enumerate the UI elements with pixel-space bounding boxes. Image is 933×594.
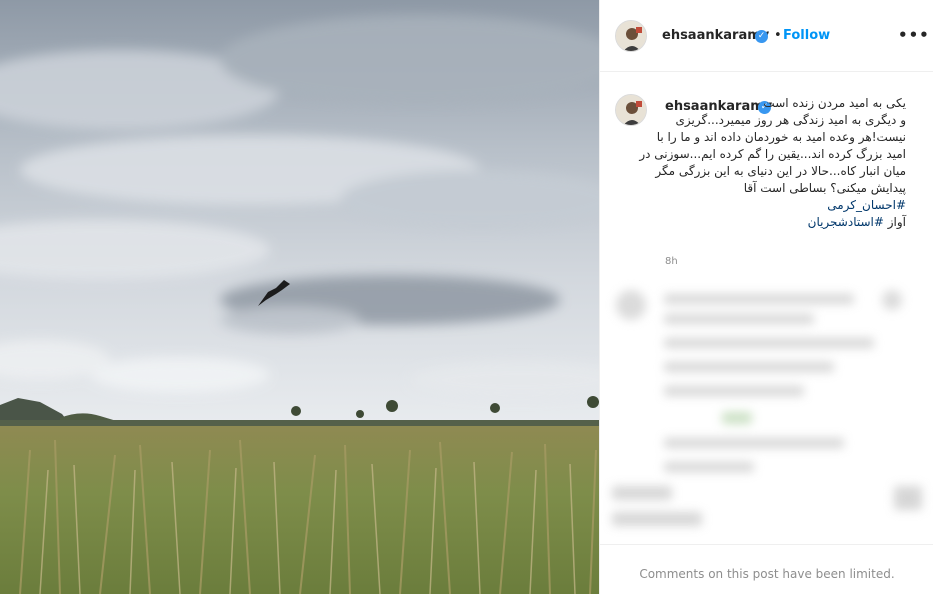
caption-avatar[interactable] bbox=[615, 94, 647, 126]
comments-limited-notice: Comments on this post have been limited. bbox=[639, 567, 895, 581]
caption-line: میان انبار کاه...حالا در این دنیای به ای… bbox=[655, 164, 906, 178]
hashtag-link[interactable]: #احسان_کرمی bbox=[656, 197, 906, 214]
hashtag-link[interactable]: #استادشجریان bbox=[808, 215, 884, 229]
caption-word: آواز bbox=[883, 215, 906, 229]
separator-dot: • bbox=[774, 28, 782, 43]
header-username[interactable]: ehsaankaramy bbox=[662, 28, 769, 43]
post-timestamp[interactable]: 8h bbox=[665, 256, 678, 267]
caption-line: امید بزرگ کرده اند...یقین را گم کرده ایم… bbox=[639, 147, 906, 161]
blurred-comments bbox=[612, 280, 924, 540]
post-media[interactable] bbox=[0, 0, 599, 594]
caption-line: نیست!هر وعده امید به خوردمان داده اند و … bbox=[656, 130, 906, 144]
caption-line: و دیگری به امید زندگی هر روز میمیرد...گر… bbox=[675, 113, 906, 127]
follow-button[interactable]: Follow bbox=[783, 28, 830, 43]
post-header: ehsaankaramy ✓ • Follow ••• bbox=[600, 0, 933, 72]
more-options-icon[interactable]: ••• bbox=[898, 26, 930, 44]
caption-line: پیدایش میکنی؟ بساطی است آقا bbox=[743, 181, 906, 195]
comments-footer: Comments on this post have been limited. bbox=[600, 544, 933, 594]
comments-area: ehsaankaramy ✓ یکی به امید مردن زنده است… bbox=[600, 72, 933, 544]
profile-avatar[interactable] bbox=[615, 20, 647, 52]
verified-badge-icon: ✓ bbox=[755, 30, 768, 43]
post-sidebar: ehsaankaramy ✓ • Follow ••• ehsaankaramy… bbox=[599, 0, 933, 594]
caption-line: یکی به امید مردن زنده است bbox=[763, 96, 906, 110]
post-photo bbox=[0, 0, 599, 594]
caption-text: یکی به امید مردن زنده است و دیگری به امی… bbox=[639, 95, 906, 231]
